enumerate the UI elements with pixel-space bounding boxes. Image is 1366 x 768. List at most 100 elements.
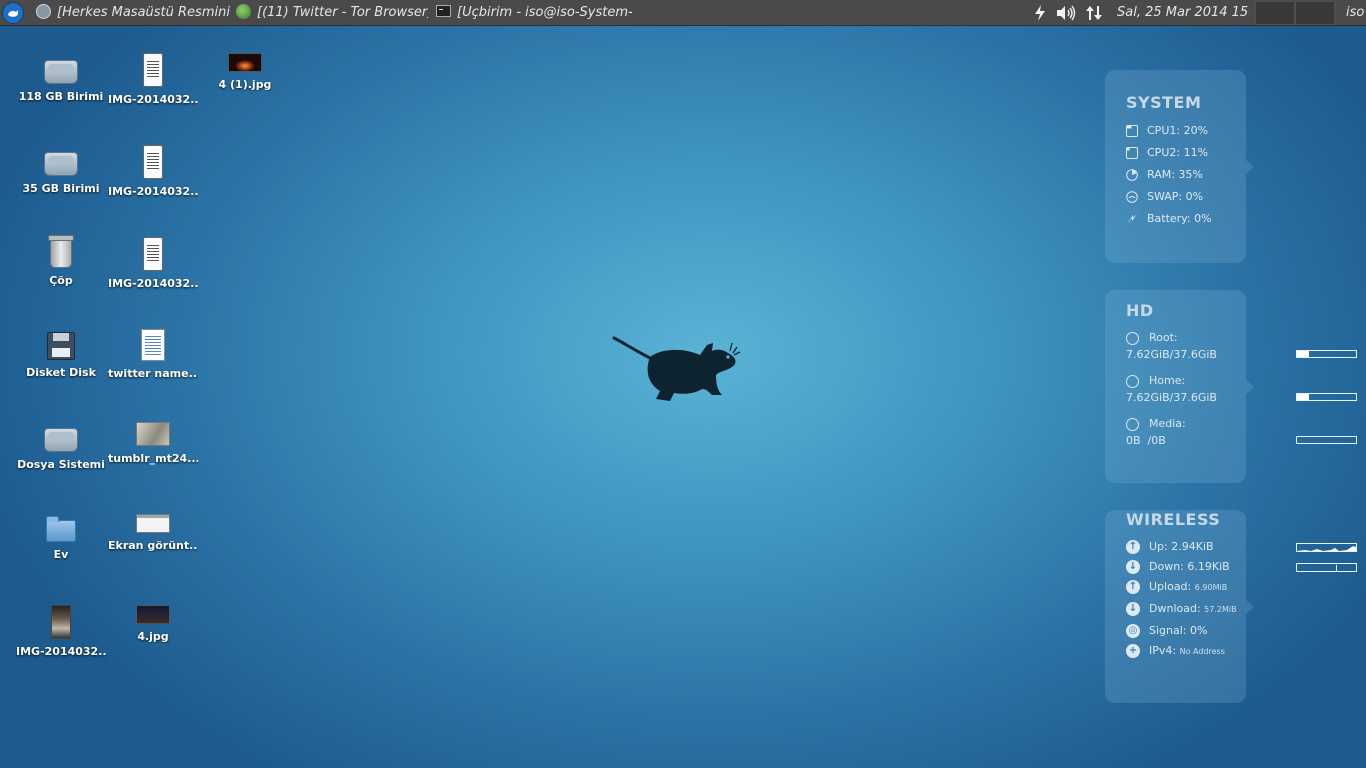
swap-icon [1126,191,1138,203]
ipv4-label: IPv4: [1149,644,1177,657]
home-folder-icon [46,516,76,542]
conky-wireless-panel: WIRELESS ↑ Up: 2.94KiB ↓ Down: 6.19KiB ↑ Up… [1105,510,1254,703]
up-row: ↑ Up: 2.94KiB [1126,540,1214,554]
cpu2-row: CPU2: 11% [1126,146,1208,159]
plus-icon: + [1126,644,1140,658]
conky-hd-panel: HD Root: 7.62GiB/37.6GiB Home: 7.62GiB/3… [1105,290,1254,483]
cpu2-label: CPU2: 11% [1147,146,1209,159]
up-label: Up: 2.94KiB [1149,540,1214,553]
battery-row: Battery: 0% [1126,212,1212,225]
taskbar-item-label: [Herkes Masaüstü Resmini ... [57,5,232,20]
arrow-down-icon: ↓ [1126,560,1140,574]
root-usage: 7.62GiB/37.6GiB [1126,348,1217,361]
taskbar-item-label: [Uçbirim - iso@iso-System-P... [457,5,632,20]
conky-hd-title: HD [1126,301,1154,320]
home-mount-row: Home: [1126,374,1185,388]
desktop-icon-label: Ev [53,548,69,561]
upload-total: 6.90MiB [1194,583,1228,592]
desktop-icon-35gb-volume[interactable]: 35 GB Birimi [16,144,106,195]
down-row: ↓ Down: 6.19KiB [1126,560,1230,574]
xfce-mouse-logo [612,336,741,401]
desktop-icon-label: 4.jpg [137,630,169,643]
desktop-icon-4-jpg[interactable]: 4.jpg [108,597,198,643]
image-icon [136,605,170,624]
down-label: Down: 6.19KiB [1149,560,1230,573]
power-icon[interactable] [1031,4,1049,22]
desktop-icon-img-1[interactable]: IMG-2014032... [108,53,198,106]
cpu-icon [1126,147,1138,159]
desktop-icon-twitter-names[interactable]: twitter name... [108,329,198,380]
desktop-icon-img-portrait[interactable]: IMG-2014032... [16,605,106,658]
signal-label: Signal: 0% [1149,624,1208,637]
desktop-icon-home[interactable]: Ev [16,514,106,561]
desktop-icon-tumblr[interactable]: tumblr_mt24... [108,420,198,465]
conky-system-panel: SYSTEM CPU1: 20% CPU2: 11% RAM: 35% SWAP… [1105,70,1254,263]
home-usage-bar [1296,393,1357,401]
image-icon [228,53,262,72]
desktop-icon-img-2[interactable]: IMG-2014032... [108,145,198,198]
ram-icon [1126,169,1138,181]
signal-icon: ◎ [1126,624,1140,638]
cpu1-label: CPU1: 20% [1147,124,1209,137]
desktop-icon-filesystem[interactable]: Dosya Sistemi [16,420,106,471]
ipv4-row: + IPv4: No Address [1126,644,1225,658]
desktop-icon-screenshot[interactable]: Ekran görünt... [108,508,198,552]
desktop-icon-118gb-volume[interactable]: 118 GB Birimi [16,52,106,103]
media-usage: 0B /0B [1126,434,1166,447]
settings-app-icon [36,3,51,19]
desktop-icon-label: 35 GB Birimi [22,182,100,195]
desktop-icon-label: IMG-2014032... [108,93,198,106]
workspace-1[interactable] [1255,1,1295,25]
arrow-up-icon: ↑ [1126,540,1140,554]
volume-icon[interactable] [1055,4,1077,22]
arrow-up-icon: ↑ [1126,580,1140,594]
phone-screenshot-icon [143,237,163,271]
ram-label: RAM: 35% [1147,168,1203,181]
download-speed-graph [1296,563,1357,572]
desktop-icon-label: Çöp [49,274,73,287]
top-panel: [Herkes Masaüstü Resmini ... [(11) Twitt… [0,0,1366,26]
cpu-icon [1126,125,1138,137]
home-label: Home: [1149,374,1186,387]
xfce-mouse-icon [8,10,18,17]
disk-ring-icon [1126,374,1139,388]
taskbar-item-tor-browser[interactable]: [(11) Twitter - Tor Browser] [236,0,428,25]
network-arrows-icon[interactable] [1085,4,1103,22]
taskbar-item-label: [(11) Twitter - Tor Browser] [257,5,428,20]
workspace-2[interactable] [1295,1,1335,25]
media-usage-bar [1296,436,1357,444]
desktop-icon-label: tumblr_mt24... [108,452,198,465]
root-usage-bar-fill [1297,351,1309,357]
image-icon [51,605,71,639]
desktop-icon-floppy[interactable]: Disket Disk [16,332,106,379]
download-total: 57.2MiB [1204,605,1237,614]
desktop-icon-4-1-jpg[interactable]: 4 (1).jpg [200,45,290,91]
battery-label: Battery: 0% [1147,212,1212,225]
taskbar-item-wallpaper[interactable]: [Herkes Masaüstü Resmini ... [36,0,232,25]
desktop-icon-label: twitter name... [108,367,198,380]
user-name[interactable]: iso [1346,0,1366,25]
text-file-icon [141,329,165,361]
disk-ring-icon [1126,331,1139,345]
swap-row: SWAP: 0% [1126,190,1203,203]
home-usage: 7.62GiB/37.6GiB [1126,391,1217,404]
arrow-down-icon: ↓ [1126,602,1140,616]
conky-system-title: SYSTEM [1126,93,1202,112]
download-label: Dwnload: [1149,602,1201,615]
drive-icon [44,428,78,452]
image-icon [136,422,170,446]
media-mount-row: Media: [1126,417,1186,431]
taskbar-item-terminal[interactable]: [Uçbirim - iso@iso-System-P... [436,0,632,25]
desktop-icon-label: Ekran görünt... [108,539,198,552]
whisker-menu-button[interactable] [2,2,24,24]
disk-ring-icon [1126,417,1139,431]
tor-browser-icon [236,3,251,19]
cpu1-row: CPU1: 20% [1126,124,1208,137]
phone-screenshot-icon [143,145,163,179]
desktop-icon-label: Dosya Sistemi [17,458,105,471]
swap-label: SWAP: 0% [1147,190,1204,203]
desktop-icon-trash[interactable]: Çöp [16,235,106,287]
battery-bolt-icon [1127,214,1137,224]
desktop-icon-img-3[interactable]: IMG-2014032... [108,237,198,290]
clock[interactable]: Sal, 25 Mar 2014 15:27 [1117,0,1249,25]
